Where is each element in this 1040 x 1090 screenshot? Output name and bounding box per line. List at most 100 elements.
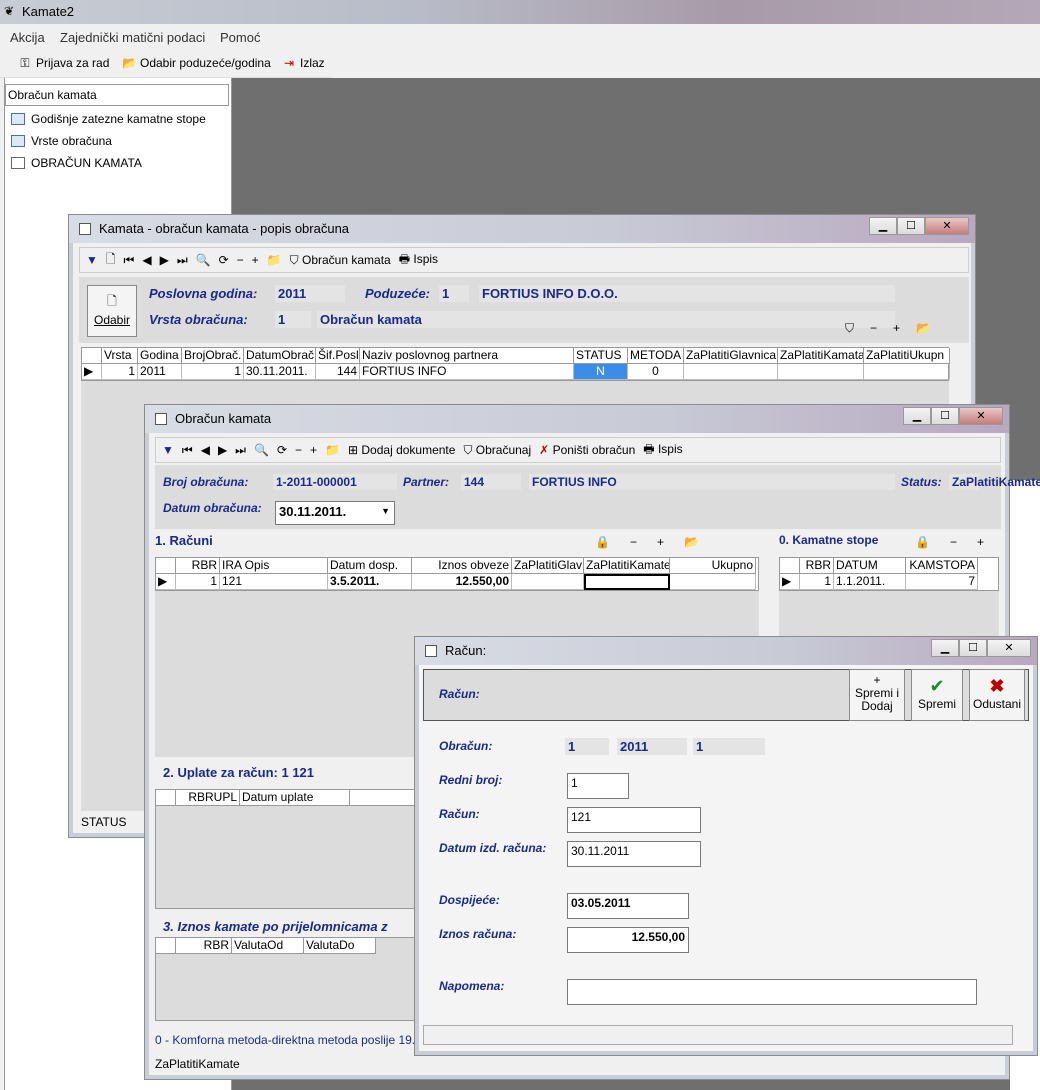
refresh-icon[interactable]: ⟳ (277, 443, 287, 457)
col-header[interactable]: Ukupno (670, 558, 756, 574)
col-header[interactable]: Vrsta (102, 348, 138, 364)
minus-icon[interactable]: − (870, 321, 877, 336)
col-header[interactable]: Datum uplate (240, 790, 350, 806)
prev-icon[interactable]: ◀ (142, 253, 151, 267)
racun-input[interactable]: 121 (567, 807, 701, 833)
spremi-dodaj-button[interactable]: + Spremi i Dodaj (849, 669, 905, 721)
maximize-button[interactable]: ☐ (931, 407, 959, 425)
dodaj-dokumente-button[interactable]: ⊞ Dodaj dokumente (348, 443, 455, 457)
table-cell[interactable]: 7 (906, 574, 978, 590)
last-icon[interactable]: ⏭ (235, 443, 246, 458)
odabir-button[interactable]: 🗋 Odabir (87, 285, 137, 337)
close-button[interactable]: ✕ (987, 639, 1031, 657)
minus-icon[interactable]: − (950, 535, 957, 549)
lock-icon[interactable]: 🔒 (915, 535, 930, 549)
table-cell[interactable] (670, 574, 756, 590)
minimize-button[interactable]: ▁ (869, 217, 897, 235)
col-header[interactable]: RBRUPL (176, 790, 240, 806)
refresh-icon[interactable]: ⟳ (219, 253, 229, 267)
first-icon[interactable]: ⏮ (124, 253, 135, 268)
table-cell[interactable]: FORTIUS INFO (360, 364, 574, 380)
col-header[interactable]: RBR (800, 558, 834, 574)
next-icon[interactable]: ▶ (160, 253, 169, 267)
col-header[interactable]: Iznos obveze (412, 558, 512, 574)
col-header[interactable]: ZaPlatitiUkupn (864, 348, 950, 364)
minus-icon[interactable]: − (237, 253, 244, 267)
prijava-button[interactable]: ⚿ Prijava za rad (18, 56, 109, 70)
table-cell[interactable]: 0 (628, 364, 684, 380)
row-pointer[interactable]: ▶ (780, 574, 800, 590)
table-cell[interactable] (864, 364, 950, 380)
odabir-button[interactable]: 📂 Odabir poduzeće/godina (122, 56, 271, 70)
minus-icon[interactable]: − (295, 443, 302, 457)
datum-picker[interactable]: 30.11.2011. ▼ (275, 501, 395, 525)
next-icon[interactable]: ▶ (218, 443, 227, 457)
shield-icon[interactable]: ⛉ (845, 321, 854, 336)
first-icon[interactable]: ⏮ (182, 443, 193, 458)
row-pointer[interactable]: ▶ (82, 364, 102, 380)
plus-icon[interactable]: + (893, 321, 900, 336)
folder-icon[interactable]: 📁 (325, 443, 340, 457)
lock-icon[interactable]: 🔒 (595, 535, 610, 549)
redni-input[interactable]: 1 (567, 773, 629, 799)
col-header[interactable]: ZaPlatitiGlavnica (684, 348, 778, 364)
minimize-button[interactable]: ▁ (903, 407, 931, 425)
col-header[interactable]: IRA Opis (220, 558, 328, 574)
col-header[interactable]: Šif.Posl (316, 348, 360, 364)
spremi-button[interactable]: ✔ Spremi (911, 669, 963, 721)
minimize-button[interactable]: ▁ (931, 639, 959, 657)
col-header[interactable]: ZaPlatitiGlav (512, 558, 584, 574)
iznos-input[interactable]: 12.550,00 (567, 927, 689, 953)
col-header[interactable]: STATUS (574, 348, 628, 364)
obracunaj-button[interactable]: ⛉ Obračunaj (463, 443, 531, 458)
table-cell[interactable]: 1 (102, 364, 138, 380)
row-pointer[interactable]: ▶ (156, 574, 176, 590)
table-cell[interactable]: 2011 (138, 364, 182, 380)
dospijece-input[interactable]: 03.05.2011 (567, 893, 689, 919)
ponisti-button[interactable]: ✗ Poništi obračun (539, 443, 635, 457)
plus-icon[interactable]: + (252, 253, 259, 267)
plus-icon[interactable]: + (657, 535, 664, 549)
col-header[interactable]: DatumObrač (244, 348, 316, 364)
obracun-kamata-button[interactable]: ⛉ Obračun kamata (290, 253, 391, 268)
menu-pomoc[interactable]: Pomoć (220, 30, 260, 45)
ispis-button[interactable]: 🖶 Ispis (399, 250, 438, 271)
search-icon[interactable]: 🔍 (254, 443, 269, 457)
table-cell[interactable]: 12.550,00 (412, 574, 512, 590)
maximize-button[interactable]: ☐ (959, 639, 987, 657)
col-header[interactable]: BrojObrač. (182, 348, 244, 364)
table-cell[interactable] (684, 364, 778, 380)
plus-icon[interactable]: + (310, 443, 317, 457)
folder-icon[interactable]: 📂 (916, 321, 931, 336)
col-header[interactable]: METODA (628, 348, 684, 364)
plus-icon[interactable]: + (977, 535, 984, 549)
table-cell[interactable]: 1 (182, 364, 244, 380)
table-cell[interactable]: 3.5.2011. (328, 574, 412, 590)
chevron-down-icon[interactable]: ▼ (381, 506, 390, 516)
close-button[interactable]: ✕ (925, 217, 969, 235)
col-header[interactable]: RBR (176, 558, 220, 574)
table-cell-selected[interactable] (584, 574, 670, 590)
dropdown-icon[interactable]: ▼ (162, 443, 174, 457)
folder-icon[interactable]: 📂 (684, 535, 699, 549)
table-cell[interactable] (778, 364, 864, 380)
table-cell[interactable]: 30.11.2011. (244, 364, 316, 380)
napomena-input[interactable] (567, 979, 977, 1005)
col-header[interactable]: Datum dosp. (328, 558, 412, 574)
col-header[interactable]: ValutaOd (232, 938, 304, 954)
table-cell[interactable]: 1 (800, 574, 834, 590)
col-header[interactable]: Godina (138, 348, 182, 364)
last-icon[interactable]: ⏭ (177, 253, 188, 268)
col-header[interactable]: ZaPlatitiKamate (584, 558, 670, 574)
table-cell[interactable]: 1.1.2011. (834, 574, 906, 590)
close-button[interactable]: ✕ (959, 407, 1003, 425)
dropdown-icon[interactable]: ▼ (86, 253, 98, 267)
maximize-button[interactable]: ☐ (897, 217, 925, 235)
col-header[interactable]: Naziv poslovnog partnera (360, 348, 574, 364)
nav-godisnje[interactable]: Godišnje zatezne kamatne stope (11, 112, 206, 126)
col-header[interactable]: ValutaDo (304, 938, 376, 954)
nav-obracun[interactable]: OBRAČUN KAMATA (11, 156, 142, 170)
table-cell[interactable]: 144 (316, 364, 360, 380)
izlaz-button[interactable]: ⇥ Izlaz (282, 56, 325, 70)
table-cell[interactable]: 121 (220, 574, 328, 590)
